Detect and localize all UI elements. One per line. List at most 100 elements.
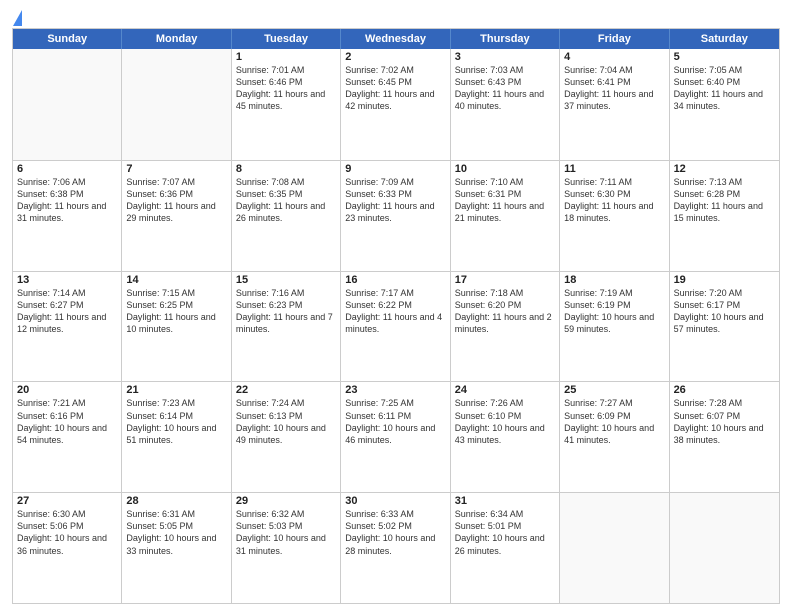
calendar-cell: 28Sunrise: 6:31 AM Sunset: 5:05 PM Dayli… [122, 493, 231, 603]
calendar-cell: 3Sunrise: 7:03 AM Sunset: 6:43 PM Daylig… [451, 49, 560, 160]
calendar-cell: 7Sunrise: 7:07 AM Sunset: 6:36 PM Daylig… [122, 161, 231, 271]
day-number: 30 [345, 495, 445, 507]
day-number: 1 [236, 51, 336, 63]
day-info: Sunrise: 7:01 AM Sunset: 6:46 PM Dayligh… [236, 64, 336, 113]
weekday-header: Friday [560, 29, 669, 49]
weekday-header: Tuesday [232, 29, 341, 49]
day-info: Sunrise: 7:19 AM Sunset: 6:19 PM Dayligh… [564, 287, 664, 336]
calendar-cell: 11Sunrise: 7:11 AM Sunset: 6:30 PM Dayli… [560, 161, 669, 271]
day-info: Sunrise: 7:16 AM Sunset: 6:23 PM Dayligh… [236, 287, 336, 336]
calendar-cell [13, 49, 122, 160]
day-info: Sunrise: 7:07 AM Sunset: 6:36 PM Dayligh… [126, 176, 226, 225]
day-info: Sunrise: 6:34 AM Sunset: 5:01 PM Dayligh… [455, 508, 555, 557]
day-info: Sunrise: 7:25 AM Sunset: 6:11 PM Dayligh… [345, 397, 445, 446]
calendar-cell: 25Sunrise: 7:27 AM Sunset: 6:09 PM Dayli… [560, 382, 669, 492]
calendar-cell: 6Sunrise: 7:06 AM Sunset: 6:38 PM Daylig… [13, 161, 122, 271]
day-number: 9 [345, 163, 445, 175]
day-number: 19 [674, 274, 775, 286]
day-number: 23 [345, 384, 445, 396]
calendar-cell: 22Sunrise: 7:24 AM Sunset: 6:13 PM Dayli… [232, 382, 341, 492]
day-info: Sunrise: 7:15 AM Sunset: 6:25 PM Dayligh… [126, 287, 226, 336]
calendar-cell: 19Sunrise: 7:20 AM Sunset: 6:17 PM Dayli… [670, 272, 779, 382]
calendar-cell: 14Sunrise: 7:15 AM Sunset: 6:25 PM Dayli… [122, 272, 231, 382]
day-number: 8 [236, 163, 336, 175]
day-number: 6 [17, 163, 117, 175]
day-info: Sunrise: 7:21 AM Sunset: 6:16 PM Dayligh… [17, 397, 117, 446]
day-info: Sunrise: 7:04 AM Sunset: 6:41 PM Dayligh… [564, 64, 664, 113]
calendar-cell: 10Sunrise: 7:10 AM Sunset: 6:31 PM Dayli… [451, 161, 560, 271]
day-info: Sunrise: 7:24 AM Sunset: 6:13 PM Dayligh… [236, 397, 336, 446]
day-info: Sunrise: 7:23 AM Sunset: 6:14 PM Dayligh… [126, 397, 226, 446]
day-info: Sunrise: 7:10 AM Sunset: 6:31 PM Dayligh… [455, 176, 555, 225]
calendar-header: SundayMondayTuesdayWednesdayThursdayFrid… [13, 29, 779, 49]
day-info: Sunrise: 6:31 AM Sunset: 5:05 PM Dayligh… [126, 508, 226, 557]
calendar-cell [670, 493, 779, 603]
day-info: Sunrise: 7:28 AM Sunset: 6:07 PM Dayligh… [674, 397, 775, 446]
calendar-cell: 4Sunrise: 7:04 AM Sunset: 6:41 PM Daylig… [560, 49, 669, 160]
day-number: 2 [345, 51, 445, 63]
day-number: 7 [126, 163, 226, 175]
day-number: 31 [455, 495, 555, 507]
day-number: 5 [674, 51, 775, 63]
calendar-cell: 5Sunrise: 7:05 AM Sunset: 6:40 PM Daylig… [670, 49, 779, 160]
day-info: Sunrise: 7:02 AM Sunset: 6:45 PM Dayligh… [345, 64, 445, 113]
day-number: 10 [455, 163, 555, 175]
calendar-cell: 24Sunrise: 7:26 AM Sunset: 6:10 PM Dayli… [451, 382, 560, 492]
calendar-row: 6Sunrise: 7:06 AM Sunset: 6:38 PM Daylig… [13, 160, 779, 271]
weekday-header: Monday [122, 29, 231, 49]
weekday-header: Saturday [670, 29, 779, 49]
logo [12, 10, 23, 22]
calendar-cell: 23Sunrise: 7:25 AM Sunset: 6:11 PM Dayli… [341, 382, 450, 492]
calendar-cell: 17Sunrise: 7:18 AM Sunset: 6:20 PM Dayli… [451, 272, 560, 382]
calendar-cell: 26Sunrise: 7:28 AM Sunset: 6:07 PM Dayli… [670, 382, 779, 492]
calendar-cell: 31Sunrise: 6:34 AM Sunset: 5:01 PM Dayli… [451, 493, 560, 603]
day-number: 13 [17, 274, 117, 286]
day-info: Sunrise: 7:27 AM Sunset: 6:09 PM Dayligh… [564, 397, 664, 446]
calendar-cell: 8Sunrise: 7:08 AM Sunset: 6:35 PM Daylig… [232, 161, 341, 271]
day-info: Sunrise: 7:09 AM Sunset: 6:33 PM Dayligh… [345, 176, 445, 225]
day-number: 25 [564, 384, 664, 396]
day-number: 16 [345, 274, 445, 286]
weekday-header: Wednesday [341, 29, 450, 49]
day-number: 11 [564, 163, 664, 175]
day-info: Sunrise: 7:06 AM Sunset: 6:38 PM Dayligh… [17, 176, 117, 225]
day-number: 28 [126, 495, 226, 507]
calendar-cell: 2Sunrise: 7:02 AM Sunset: 6:45 PM Daylig… [341, 49, 450, 160]
calendar-cell: 16Sunrise: 7:17 AM Sunset: 6:22 PM Dayli… [341, 272, 450, 382]
calendar-row: 13Sunrise: 7:14 AM Sunset: 6:27 PM Dayli… [13, 271, 779, 382]
day-info: Sunrise: 7:17 AM Sunset: 6:22 PM Dayligh… [345, 287, 445, 336]
calendar-cell: 20Sunrise: 7:21 AM Sunset: 6:16 PM Dayli… [13, 382, 122, 492]
calendar-cell: 18Sunrise: 7:19 AM Sunset: 6:19 PM Dayli… [560, 272, 669, 382]
calendar-cell: 9Sunrise: 7:09 AM Sunset: 6:33 PM Daylig… [341, 161, 450, 271]
weekday-header: Sunday [13, 29, 122, 49]
day-info: Sunrise: 6:30 AM Sunset: 5:06 PM Dayligh… [17, 508, 117, 557]
day-number: 27 [17, 495, 117, 507]
page: SundayMondayTuesdayWednesdayThursdayFrid… [0, 0, 792, 612]
calendar-row: 1Sunrise: 7:01 AM Sunset: 6:46 PM Daylig… [13, 49, 779, 160]
day-number: 20 [17, 384, 117, 396]
calendar-cell: 30Sunrise: 6:33 AM Sunset: 5:02 PM Dayli… [341, 493, 450, 603]
day-info: Sunrise: 7:03 AM Sunset: 6:43 PM Dayligh… [455, 64, 555, 113]
calendar-cell: 29Sunrise: 6:32 AM Sunset: 5:03 PM Dayli… [232, 493, 341, 603]
calendar-cell: 1Sunrise: 7:01 AM Sunset: 6:46 PM Daylig… [232, 49, 341, 160]
day-number: 3 [455, 51, 555, 63]
day-info: Sunrise: 7:18 AM Sunset: 6:20 PM Dayligh… [455, 287, 555, 336]
day-info: Sunrise: 7:08 AM Sunset: 6:35 PM Dayligh… [236, 176, 336, 225]
day-info: Sunrise: 7:13 AM Sunset: 6:28 PM Dayligh… [674, 176, 775, 225]
calendar-cell: 27Sunrise: 6:30 AM Sunset: 5:06 PM Dayli… [13, 493, 122, 603]
day-number: 24 [455, 384, 555, 396]
day-number: 29 [236, 495, 336, 507]
day-info: Sunrise: 7:11 AM Sunset: 6:30 PM Dayligh… [564, 176, 664, 225]
calendar-row: 27Sunrise: 6:30 AM Sunset: 5:06 PM Dayli… [13, 492, 779, 603]
calendar: SundayMondayTuesdayWednesdayThursdayFrid… [12, 28, 780, 604]
day-info: Sunrise: 6:33 AM Sunset: 5:02 PM Dayligh… [345, 508, 445, 557]
day-number: 26 [674, 384, 775, 396]
day-info: Sunrise: 7:05 AM Sunset: 6:40 PM Dayligh… [674, 64, 775, 113]
day-info: Sunrise: 7:26 AM Sunset: 6:10 PM Dayligh… [455, 397, 555, 446]
day-number: 14 [126, 274, 226, 286]
day-number: 18 [564, 274, 664, 286]
calendar-cell: 21Sunrise: 7:23 AM Sunset: 6:14 PM Dayli… [122, 382, 231, 492]
weekday-header: Thursday [451, 29, 560, 49]
calendar-row: 20Sunrise: 7:21 AM Sunset: 6:16 PM Dayli… [13, 381, 779, 492]
logo-triangle-icon [13, 10, 22, 26]
